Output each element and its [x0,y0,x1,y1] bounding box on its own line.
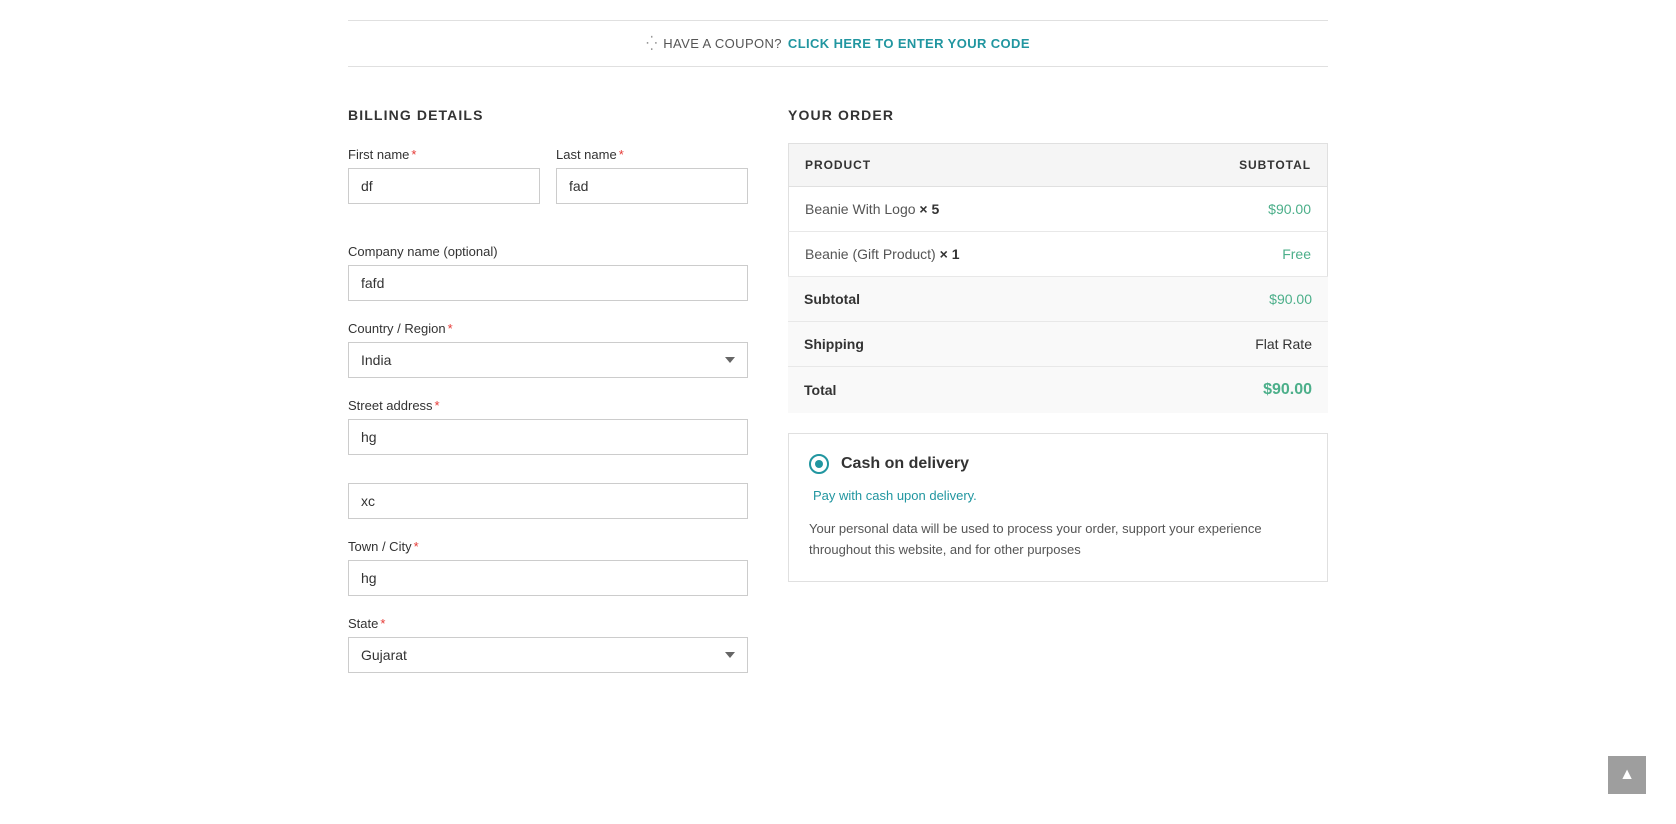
total-label: Total [804,382,836,398]
last-name-group: Last name* [556,147,748,204]
scroll-to-top-button[interactable]: ▲ [1608,756,1646,794]
order-table-header: Product Subtotal [789,144,1328,187]
street-label: Street address* [348,398,748,413]
payment-description: Pay with cash upon delivery. [809,488,1307,503]
cash-on-delivery-option[interactable]: Cash on delivery [809,454,1307,474]
col-subtotal-header: Subtotal [1134,144,1327,187]
main-layout: Billing Details First name* Last name* [348,107,1328,693]
state-select[interactable]: Gujarat Maharashtra Delhi Tamil Nadu Kar… [348,637,748,673]
coupon-static-text: Have a coupon? [663,36,782,51]
order-title: Your Order [788,107,1328,123]
product-name-1: Beanie With Logo × 5 [789,187,1135,232]
company-label: Company name (optional) [348,244,748,259]
coupon-tag-icon: ⁛ [646,35,657,52]
order-section: Your Order Product Subtotal Beanie With … [788,107,1328,582]
first-name-input[interactable] [348,168,540,204]
shipping-row: Shipping Flat Rate [788,322,1328,367]
name-row: First name* Last name* [348,147,748,224]
country-select[interactable]: India United States United Kingdom Austr… [348,342,748,378]
company-input[interactable] [348,265,748,301]
billing-title: Billing Details [348,107,748,123]
town-input[interactable] [348,560,748,596]
payment-section: Cash on delivery Pay with cash upon deli… [788,433,1328,582]
town-label: Town / City* [348,539,748,554]
product-name-2: Beanie (Gift Product) × 1 [789,232,1135,277]
order-table: Product Subtotal Beanie With Logo × 5 $9… [788,143,1328,277]
coupon-link[interactable]: Click here to enter your code [788,36,1030,51]
payment-radio-icon[interactable] [809,454,829,474]
country-group: Country / Region* India United States Un… [348,321,748,378]
first-name-group: First name* [348,147,540,204]
payment-method-label: Cash on delivery [841,455,969,473]
street-line2-group [348,483,748,519]
coupon-bar: ⁛ Have a coupon? Click here to enter you… [348,20,1328,67]
last-name-input[interactable] [556,168,748,204]
subtotal-row: Subtotal $90.00 [788,277,1328,322]
shipping-label: Shipping [804,336,864,352]
total-value: $90.00 [1263,381,1312,399]
street-line2-input[interactable] [348,483,748,519]
subtotal-label: Subtotal [804,291,860,307]
street-line1-input[interactable] [348,419,748,455]
table-row: Beanie With Logo × 5 $90.00 [789,187,1328,232]
country-label: Country / Region* [348,321,748,336]
col-product-header: Product [789,144,1135,187]
personal-data-text: Your personal data will be used to proce… [809,519,1307,561]
product-subtotal-1: $90.00 [1134,187,1327,232]
total-row: Total $90.00 [788,367,1328,413]
billing-section: Billing Details First name* Last name* [348,107,748,693]
state-group: State* Gujarat Maharashtra Delhi Tamil N… [348,616,748,673]
state-label: State* [348,616,748,631]
shipping-value: Flat Rate [1255,336,1312,352]
company-group: Company name (optional) [348,244,748,301]
town-group: Town / City* [348,539,748,596]
street-address-group: Street address* [348,398,748,463]
first-name-label: First name* [348,147,540,162]
last-name-label: Last name* [556,147,748,162]
subtotal-value: $90.00 [1269,291,1312,307]
product-subtotal-2: Free [1134,232,1327,277]
table-row: Beanie (Gift Product) × 1 Free [789,232,1328,277]
